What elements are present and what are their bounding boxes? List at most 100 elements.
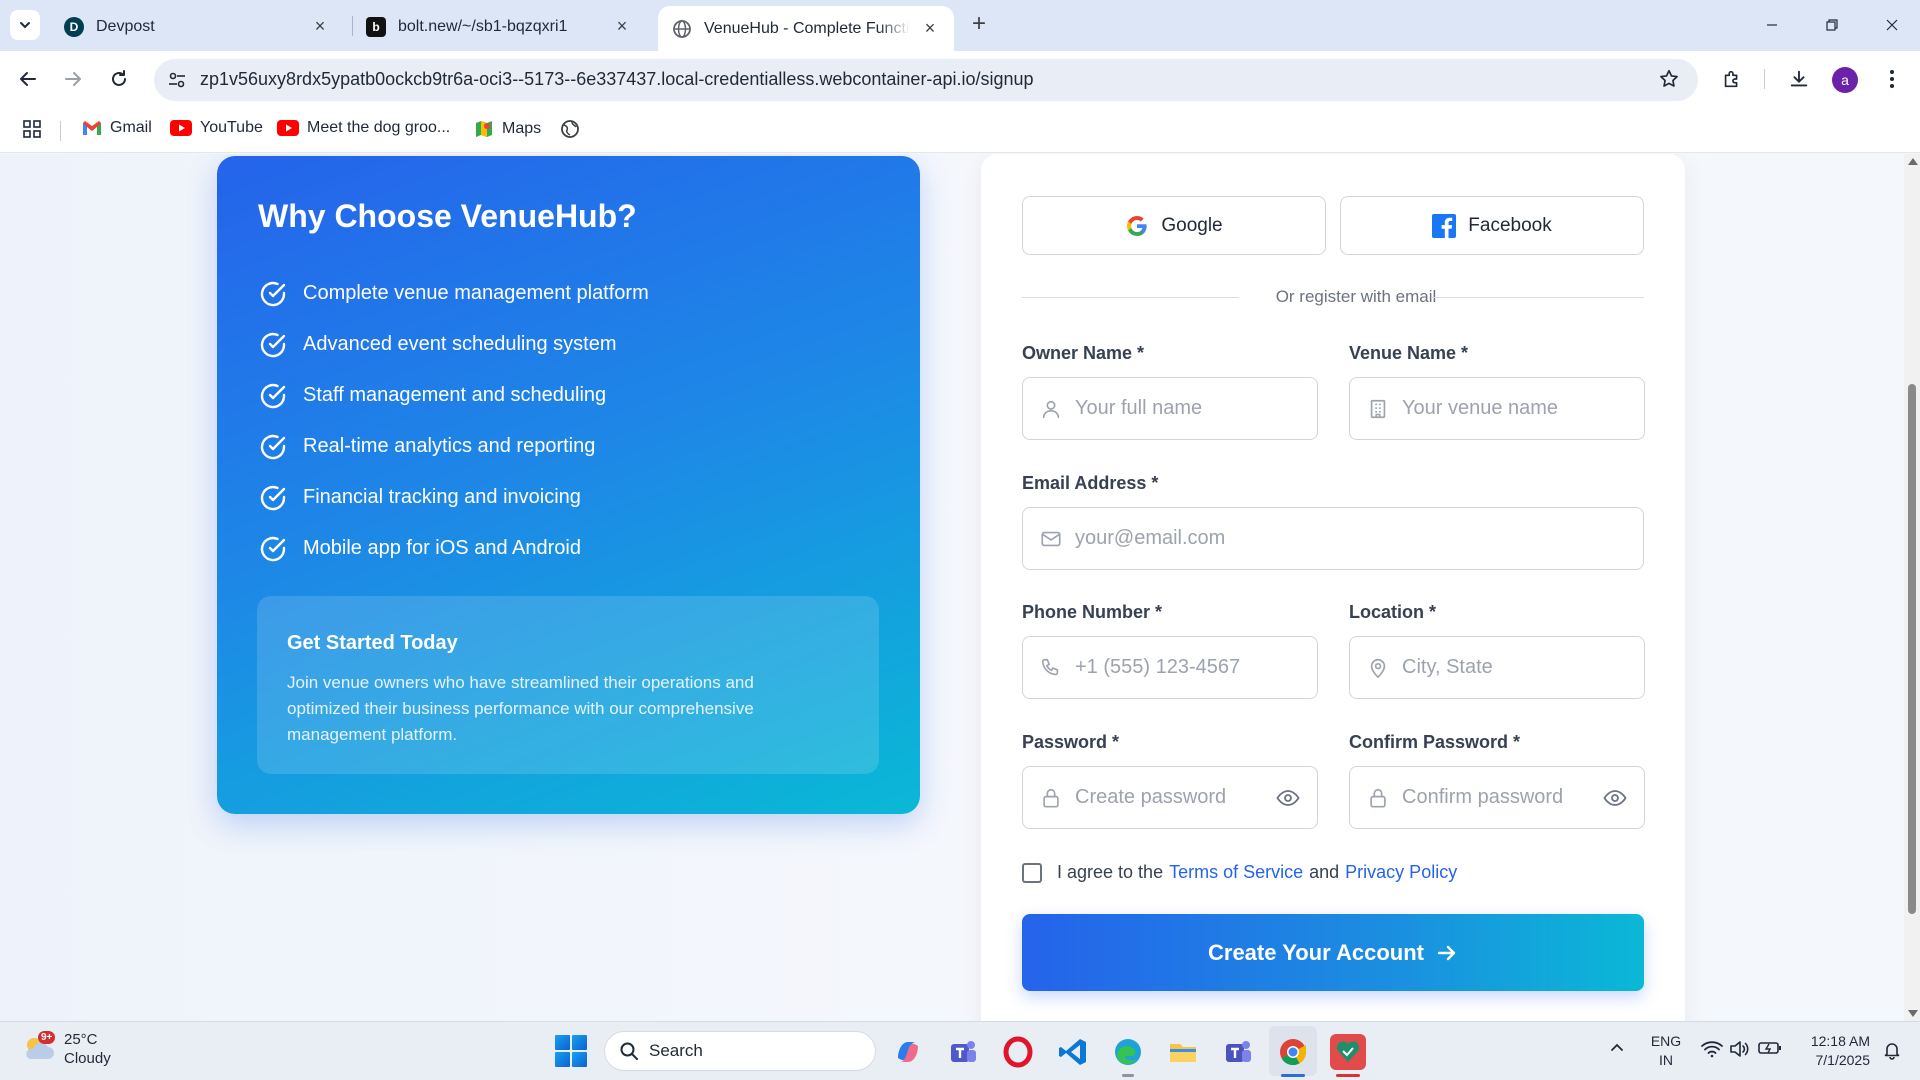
close-icon[interactable]: × bbox=[920, 18, 940, 39]
profile-avatar[interactable]: a bbox=[1832, 67, 1858, 93]
tab-devpost[interactable]: D Devpost × bbox=[50, 8, 344, 45]
venue-name-input[interactable] bbox=[1402, 378, 1586, 439]
phone-field[interactable] bbox=[1022, 636, 1318, 699]
tab-bolt[interactable]: b bolt.new/~/sb1-bqzqxri1 × bbox=[352, 8, 646, 45]
menu-button[interactable] bbox=[1876, 63, 1908, 95]
copilot-app-icon[interactable] bbox=[890, 1034, 926, 1070]
create-account-button[interactable]: Create Your Account bbox=[1022, 914, 1644, 991]
owner-name-input[interactable] bbox=[1075, 378, 1259, 439]
get-started-box: Get Started Today Join venue owners who … bbox=[257, 596, 879, 774]
search-icon bbox=[619, 1041, 639, 1061]
bookmark-gmail[interactable]: Gmail bbox=[82, 119, 152, 137]
confirm-password-input[interactable] bbox=[1402, 767, 1586, 828]
bookmark-label: Maps bbox=[502, 120, 542, 137]
email-input[interactable] bbox=[1075, 508, 1615, 569]
battery-icon[interactable] bbox=[1758, 1040, 1782, 1056]
tab-search-button[interactable] bbox=[10, 10, 40, 40]
apps-button[interactable] bbox=[22, 119, 42, 139]
tab-title: Devpost bbox=[96, 17, 155, 35]
close-icon bbox=[1886, 19, 1898, 31]
google-signup-button[interactable]: Google bbox=[1022, 196, 1326, 255]
start-button[interactable] bbox=[555, 1035, 587, 1067]
bolt-icon: b bbox=[366, 16, 386, 37]
volume-icon[interactable] bbox=[1728, 1040, 1752, 1058]
venue-name-field[interactable] bbox=[1349, 377, 1645, 440]
terms-of-service-link[interactable]: Terms of Service bbox=[1169, 862, 1303, 883]
location-input[interactable] bbox=[1402, 637, 1586, 698]
language-indicator[interactable]: ENG IN bbox=[1648, 1032, 1684, 1070]
notification-bell-icon[interactable] bbox=[1880, 1040, 1904, 1060]
bookmark-globe[interactable] bbox=[560, 119, 588, 139]
close-icon[interactable]: × bbox=[612, 16, 632, 37]
apps-grid-icon bbox=[23, 120, 41, 138]
location-label: Location * bbox=[1349, 602, 1437, 622]
phone-input[interactable] bbox=[1075, 637, 1259, 698]
password-input[interactable] bbox=[1075, 767, 1259, 828]
location-field[interactable] bbox=[1349, 636, 1645, 699]
check-circle-icon bbox=[257, 431, 289, 463]
eye-icon[interactable] bbox=[1602, 786, 1628, 810]
owner-name-field[interactable] bbox=[1022, 377, 1318, 440]
bookmark-dog-groomer[interactable]: Meet the dog groo... bbox=[277, 119, 450, 137]
feature-text: Real-time analytics and reporting bbox=[303, 435, 596, 457]
new-tab-button[interactable]: + bbox=[966, 12, 992, 38]
close-icon[interactable]: × bbox=[310, 16, 330, 37]
bookmarks-separator bbox=[60, 121, 61, 141]
vscode-app-icon[interactable] bbox=[1055, 1034, 1091, 1070]
scroll-down-arrow-icon[interactable] bbox=[1908, 1010, 1918, 1017]
divider-line bbox=[1022, 297, 1239, 298]
weather-widget[interactable]: 9+ 25°C Cloudy bbox=[20, 1030, 111, 1068]
edge-app-icon[interactable] bbox=[1110, 1034, 1146, 1070]
site-info-icon[interactable] bbox=[166, 69, 188, 96]
bookmark-star-icon[interactable] bbox=[1658, 68, 1680, 95]
feature-text: Financial tracking and invoicing bbox=[303, 486, 581, 508]
url-text[interactable]: zp1v56uxy8rdx5ypatb0ockcb9tr6a-oci3--517… bbox=[200, 69, 1034, 90]
tab-venuehub[interactable]: VenueHub - Complete Function × bbox=[658, 6, 954, 51]
feature-text: Advanced event scheduling system bbox=[303, 333, 617, 355]
arrow-right-icon bbox=[1436, 942, 1458, 964]
venue-name-label: Venue Name * bbox=[1349, 343, 1469, 363]
user-icon bbox=[1039, 397, 1063, 421]
page-viewport: Why Choose VenueHub? Complete venue mana… bbox=[0, 154, 1920, 1021]
page-scrollbar[interactable] bbox=[1904, 154, 1920, 1021]
extensions-button[interactable] bbox=[1716, 63, 1748, 95]
bookmark-youtube[interactable]: YouTube bbox=[170, 119, 263, 137]
system-clock[interactable]: 12:18 AM 7/1/2025 bbox=[1798, 1032, 1870, 1070]
email-field[interactable] bbox=[1022, 507, 1644, 570]
opera-app-icon[interactable] bbox=[1000, 1034, 1036, 1070]
feature-item: Financial tracking and invoicing bbox=[257, 472, 649, 523]
back-button[interactable] bbox=[12, 63, 44, 95]
forward-button[interactable] bbox=[57, 63, 89, 95]
browser-tab-bar: D Devpost × b bolt.new/~/sb1-bqzqxri1 × … bbox=[0, 0, 1920, 51]
file-explorer-app-icon[interactable] bbox=[1165, 1034, 1201, 1070]
taskbar-search[interactable]: Search bbox=[604, 1031, 876, 1071]
eye-icon[interactable] bbox=[1275, 786, 1301, 810]
bookmark-maps[interactable]: Maps bbox=[474, 119, 541, 139]
wifi-icon[interactable] bbox=[1700, 1040, 1724, 1058]
google-label: Google bbox=[1161, 214, 1223, 236]
show-hidden-icons-button[interactable] bbox=[1606, 1040, 1628, 1056]
chrome-app-icon[interactable] bbox=[1275, 1034, 1311, 1070]
minimize-button[interactable] bbox=[1752, 10, 1792, 40]
privacy-policy-link[interactable]: Privacy Policy bbox=[1345, 862, 1457, 883]
confirm-password-field[interactable] bbox=[1349, 766, 1645, 829]
close-window-button[interactable] bbox=[1872, 10, 1912, 40]
browser-toolbar: zp1v56uxy8rdx5ypatb0ockcb9tr6a-oci3--517… bbox=[0, 51, 1920, 107]
scroll-up-arrow-icon[interactable] bbox=[1908, 158, 1918, 165]
youtube-icon bbox=[277, 120, 299, 136]
terms-checkbox[interactable] bbox=[1022, 862, 1042, 883]
address-bar[interactable]: zp1v56uxy8rdx5ypatb0ockcb9tr6a-oci3--517… bbox=[154, 59, 1698, 101]
search-label: Search bbox=[649, 1041, 703, 1060]
password-field[interactable] bbox=[1022, 766, 1318, 829]
devpost-icon: D bbox=[64, 16, 84, 37]
scroll-thumb[interactable] bbox=[1908, 384, 1916, 914]
get-started-title: Get Started Today bbox=[287, 632, 458, 654]
teams-app-icon[interactable] bbox=[945, 1034, 981, 1070]
restore-button[interactable] bbox=[1812, 10, 1852, 40]
pinned-app-icon[interactable] bbox=[1330, 1034, 1366, 1070]
teams-work-app-icon[interactable] bbox=[1220, 1034, 1256, 1070]
owner-name-label: Owner Name * bbox=[1022, 343, 1145, 363]
reload-button[interactable] bbox=[103, 63, 135, 95]
facebook-signup-button[interactable]: Facebook bbox=[1340, 196, 1644, 255]
downloads-button[interactable] bbox=[1783, 63, 1815, 95]
